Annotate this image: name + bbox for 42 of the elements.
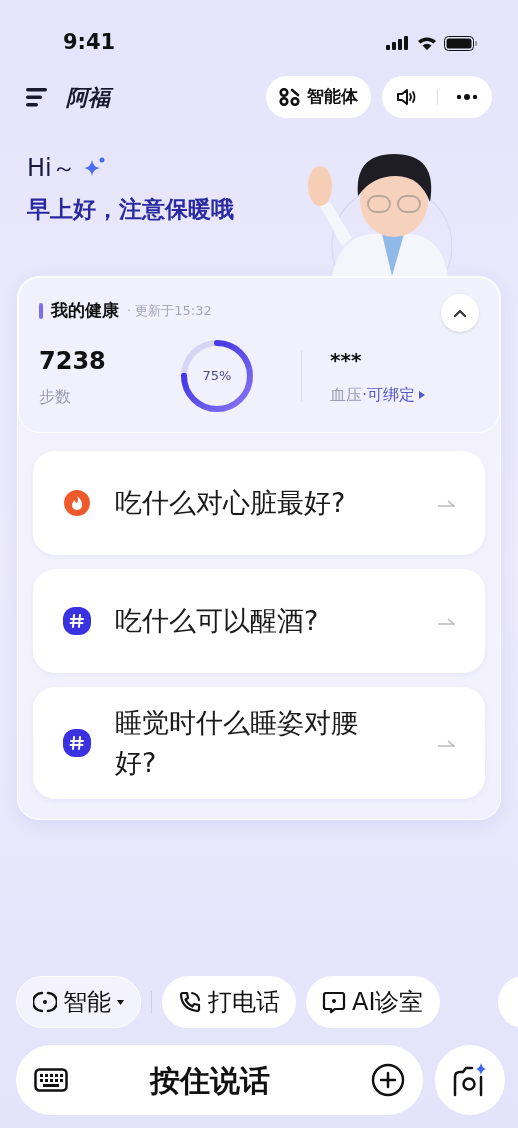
signal-icon (386, 36, 410, 50)
greeting-hi: Hi～ (27, 153, 76, 184)
question-text: 睡觉时什么睡姿对腰好? (115, 705, 359, 780)
bind-link[interactable]: ·可绑定 (362, 382, 426, 407)
greeting-message: 早上好，注意保暖哦 (27, 195, 234, 224)
steps-label: 步数 (39, 385, 72, 408)
quick-chip[interactable]: 智能 (16, 976, 141, 1028)
agent-icon (279, 88, 301, 106)
play-triangle-icon (419, 390, 426, 399)
status-time: 9:41 (63, 29, 116, 57)
blood-pressure-label: 血压 (330, 383, 362, 406)
question-card[interactable]: 吃什么对心脏最好? (33, 450, 485, 555)
chat-plus-icon (322, 990, 346, 1014)
phone-icon (178, 990, 202, 1014)
menu-icon[interactable] (26, 87, 48, 107)
question-text: 吃什么可以醒酒? (115, 603, 320, 638)
hold-to-talk-button[interactable]: 按住说话 (150, 1057, 270, 1103)
keyboard-icon[interactable] (34, 1068, 68, 1092)
dropdown-caret-icon (117, 999, 124, 1005)
question-text: 吃什么对心脏最好? (115, 485, 347, 520)
camera-icon (452, 1063, 488, 1097)
progress-reading: 75% (202, 366, 232, 385)
hash-icon (63, 728, 91, 757)
blood-pressure-value: *** (330, 346, 363, 374)
speaker-icon[interactable] (396, 88, 418, 106)
question-card[interactable]: 吃什么可以醒酒? (33, 568, 485, 673)
more-icon[interactable] (456, 94, 478, 100)
refresh-icon (33, 990, 57, 1014)
hash-icon (63, 606, 91, 635)
update-time: · 更新于15:32 (127, 302, 212, 320)
steps-value: 7238 (39, 345, 107, 377)
question-card[interactable]: 睡觉时什么睡姿对腰好? (33, 686, 485, 799)
quick-chip[interactable]: 打电话 (162, 976, 296, 1028)
agent-button[interactable]: 智能体 (266, 76, 371, 118)
flame-icon (63, 488, 91, 517)
battery-icon (444, 35, 478, 51)
wifi-icon (417, 35, 437, 51)
health-title: 我的健康 (51, 299, 119, 322)
collapse-button[interactable] (441, 294, 479, 332)
add-icon[interactable] (371, 1063, 405, 1097)
caret-up-icon (453, 308, 467, 318)
quick-chip[interactable]: AI诊室 (306, 976, 440, 1028)
